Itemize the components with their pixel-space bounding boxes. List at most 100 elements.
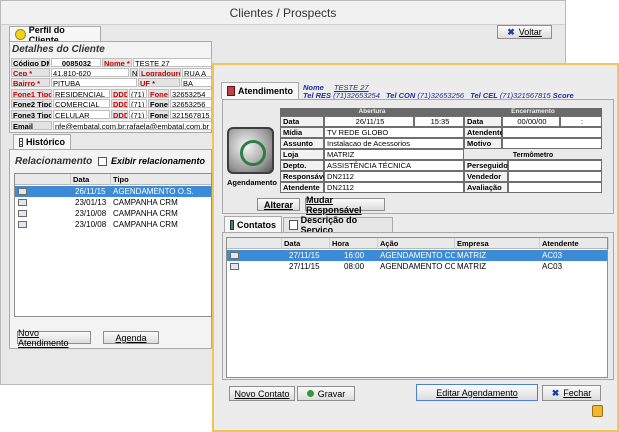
tab-atendimento-label: Atendimento — [238, 86, 293, 96]
gravar-label: Gravar — [317, 388, 346, 399]
smiley-icon — [15, 29, 26, 40]
voltar-button[interactable]: ✖ Voltar — [497, 25, 552, 39]
bairro-label: Bairro * — [11, 78, 50, 87]
tab-perfil-cliente[interactable]: Perfil do Cliente — [9, 25, 101, 45]
row-tipo: CAMPANHA CRM — [113, 220, 178, 229]
col-atendente[interactable]: Atendente — [540, 238, 609, 249]
tab-contatos[interactable]: Contatos — [224, 216, 282, 232]
email-value: nfe@embatal.com.br;rafaela@embatal.com.b… — [53, 121, 212, 130]
bairro-value: PITUBA — [51, 78, 137, 87]
exibir-checkbox[interactable] — [98, 157, 107, 166]
novo-atendimento-button[interactable]: Novo Atendimento — [17, 328, 91, 348]
table-row[interactable]: 23/10/08 CAMPANHA CRM — [15, 208, 211, 219]
enc-atendente-value — [502, 127, 602, 138]
novo-atendimento-label: Novo Atendimento — [18, 327, 69, 348]
mudar-responsavel-button[interactable]: Mudar Responsável — [305, 195, 385, 215]
nome-label: Nome * — [102, 58, 132, 67]
row-atendente: AC03 — [542, 262, 563, 271]
fone1-value: 32653254 — [170, 89, 212, 98]
tab-historico[interactable]: Histórico — [13, 134, 71, 149]
col-hora-prevista[interactable]: Hora Prevista — [330, 238, 378, 259]
col-tipo[interactable]: Tipo — [111, 174, 213, 185]
fone3-label: Fone3 — [148, 110, 169, 119]
fone1-tipo-label: Fone1 Tipo* — [11, 89, 52, 98]
codigo-label: Código DMS — [11, 58, 50, 67]
col-empresa[interactable]: Empresa — [455, 238, 540, 249]
logradouro-label: Logradouro* — [139, 68, 181, 77]
numero-label: N — [130, 68, 138, 77]
enc-data-label: Data — [464, 116, 502, 127]
encerramento-header: Encerramento — [464, 108, 602, 116]
col-acao[interactable]: Ação — [378, 238, 455, 249]
avaliacao-label: Avaliação — [464, 182, 508, 193]
table-row[interactable]: 23/10/08 CAMPANHA CRM — [15, 219, 211, 230]
row-data-prevista: 27/11/15 — [289, 262, 320, 271]
alterar-button[interactable]: Alterar — [257, 198, 300, 211]
tab-descricao-servico[interactable]: Descrição do Serviço — [283, 215, 393, 235]
email-label: Email — [11, 121, 52, 130]
perseguidor-label: Perseguidor — [464, 160, 511, 171]
row-tipo: AGENDAMENTO O.S. — [113, 187, 194, 196]
loja-label: Loja — [280, 149, 324, 160]
agendamento-label: Agendamento — [227, 178, 278, 187]
table-row[interactable]: 26/11/15 AGENDAMENTO O.S. — [15, 186, 211, 197]
motivo-value — [502, 138, 602, 149]
row-icon — [230, 263, 239, 270]
motivo-label: Motivo — [464, 138, 502, 149]
fechar-button[interactable]: ✖ Fechar — [542, 385, 601, 401]
table-row[interactable]: 23/01/13 CAMPANHA CRM — [15, 197, 211, 208]
agenda-button[interactable]: Agenda — [103, 331, 159, 344]
novo-contato-button[interactable]: Novo Contato — [229, 386, 295, 401]
col-blank — [15, 174, 71, 185]
editar-agendamento-button[interactable]: Editar Agendamento — [416, 384, 538, 401]
mudar-responsavel-label: Mudar Responsável — [306, 194, 362, 215]
table-header: Data Tipo — [15, 174, 213, 185]
row-acao: AGENDAMENTO CO — [380, 262, 455, 271]
atendimento-panel: Agendamento Abertura Encerramento Data 2… — [222, 99, 614, 215]
enc-data-value: 00/00/00 — [502, 116, 560, 127]
voltar-label: Voltar — [518, 27, 542, 37]
row-empresa: MATRIZ — [457, 262, 487, 271]
tab-atendimento[interactable]: Atendimento — [221, 82, 299, 99]
atendimento-dialog: Atendimento Nome TESTE 27 Tel RES (71)32… — [212, 63, 619, 432]
table-row[interactable]: 27/11/15 16:00 AGENDAMENTO CON MATRIZ AC03 — [227, 250, 607, 261]
midia-value: TV REDE GLOBO — [324, 127, 464, 138]
history-grid-icon — [19, 137, 23, 147]
tab-contatos-label: Contatos — [237, 219, 276, 230]
data-label: Data — [280, 116, 324, 127]
assunto-value: Instalacao de Acessorios — [324, 138, 464, 149]
row-acao: AGENDAMENTO CON — [380, 251, 455, 260]
table-row[interactable]: 27/11/15 08:00 AGENDAMENTO CO MATRIZ AC03 — [227, 261, 607, 272]
uf-value: BA — [181, 78, 212, 87]
close-x-icon: ✖ — [507, 26, 515, 37]
gravar-button[interactable]: Gravar — [297, 386, 355, 401]
col-data[interactable]: Data — [71, 174, 111, 185]
contacts-icon — [230, 219, 234, 230]
contatos-table: Data Prevista Hora Prevista Ação Empresa… — [226, 237, 609, 378]
ddd3-label: DDD — [111, 110, 128, 119]
hora-value: 15:35 — [414, 116, 464, 127]
row-tipo: CAMPANHA CRM — [113, 198, 178, 207]
col-data-prevista[interactable]: Data Prevista — [282, 238, 330, 259]
enc-atendente-label: Atendente — [464, 127, 504, 138]
window-title: Clientes / Prospects — [1, 1, 565, 25]
perseguidor-value — [508, 160, 602, 171]
codigo-value: 0085032 — [51, 58, 101, 67]
nome-value: TESTE 27 — [133, 58, 212, 67]
row-data: 23/10/08 — [75, 209, 107, 218]
col-blank — [227, 238, 282, 249]
abertura-header: Abertura — [280, 108, 464, 116]
fone3-value: 321567815 — [170, 110, 212, 119]
row-data: 23/10/08 — [75, 220, 107, 229]
row-atendente: AC03 — [542, 251, 563, 260]
atendente-value: DN2112 — [324, 182, 464, 193]
enc-hora-value: : — [560, 116, 602, 127]
fechar-label: Fechar — [563, 388, 592, 398]
lock-icon[interactable] — [592, 405, 603, 417]
relacionamento-table: Data Tipo 26/11/15 AGENDAMENTO O.S. 23/01/… — [14, 173, 213, 317]
fone1-tipo-value: RESIDENCIAL — [53, 89, 110, 98]
phone-illustration-icon — [227, 127, 274, 174]
avaliacao-value — [508, 182, 602, 193]
detalhes-title: Detalhes do Cliente — [12, 44, 105, 55]
fone1-label: Fone1 — [148, 89, 169, 98]
